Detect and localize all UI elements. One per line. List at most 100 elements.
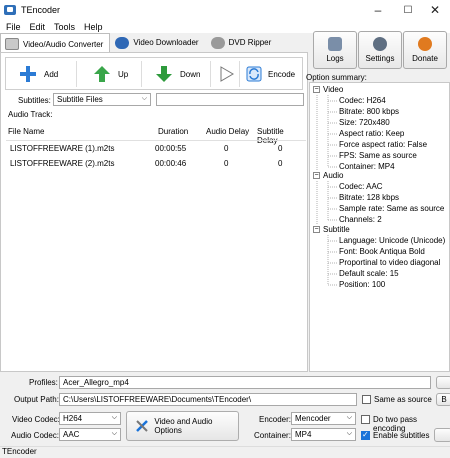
video-codec-select[interactable]: H264 ⌵ bbox=[59, 412, 121, 425]
play-button[interactable] bbox=[220, 59, 234, 89]
title-bar: TEncoder – ☐ ✕ bbox=[0, 0, 450, 20]
file-name-cell: LISTOFFREEWARE (1).m2ts bbox=[10, 144, 115, 153]
audio-delay-cell: 0 bbox=[224, 144, 229, 153]
tree-connector-lines bbox=[316, 95, 337, 286]
audio-codec-value: AAC bbox=[63, 430, 80, 439]
chevron-down-icon: ⌵ bbox=[111, 414, 117, 421]
encode-button[interactable]: Encode bbox=[246, 59, 295, 89]
tab-label: Video/Audio Converter bbox=[23, 39, 104, 49]
plus-icon bbox=[20, 66, 36, 82]
toolbar-separator bbox=[76, 61, 77, 87]
output-path-field[interactable]: C:\Users\LISTOFFREEWARE\Documents\TEncod… bbox=[59, 393, 357, 406]
up-label: Up bbox=[118, 69, 129, 79]
duration-cell: 00:00:55 bbox=[155, 144, 187, 153]
audio-codec-label: Audio Codec: bbox=[11, 431, 60, 440]
enable-subtitles-checkbox[interactable] bbox=[361, 430, 370, 440]
app-icon bbox=[4, 5, 16, 15]
tab-dvd-ripper[interactable]: DVD Ripper bbox=[206, 33, 279, 52]
subtitles-label: Subtitles: bbox=[18, 96, 51, 105]
globe-icon bbox=[115, 36, 130, 49]
chevron-down-icon: ⌵ bbox=[346, 414, 352, 421]
donate-button[interactable]: Donate bbox=[403, 31, 447, 69]
tab-strip: Video/Audio Converter Video Downloader D… bbox=[0, 33, 279, 54]
arrow-up-icon bbox=[94, 66, 110, 82]
profile-extra-button[interactable] bbox=[436, 376, 450, 389]
tab-label: Video Downloader bbox=[133, 38, 199, 47]
tab-video-downloader[interactable]: Video Downloader bbox=[110, 33, 205, 52]
toolbar-separator bbox=[210, 61, 211, 87]
gear-icon bbox=[373, 37, 387, 51]
audio-track-select[interactable] bbox=[53, 107, 151, 120]
container-label: Container: bbox=[254, 431, 291, 440]
browse-button[interactable]: B bbox=[436, 393, 450, 406]
output-path-value: C:\Users\LISTOFFREEWARE\Documents\TEncod… bbox=[63, 395, 252, 404]
donate-label: Donate bbox=[412, 54, 438, 63]
header-divider bbox=[6, 140, 306, 141]
up-button[interactable]: Up bbox=[94, 59, 128, 89]
subtitle-delay-cell: 0 bbox=[278, 159, 283, 168]
option-summary-tree: − Video Codec: H264 Bitrate: 800 kbps Siz… bbox=[309, 82, 450, 372]
settings-label: Settings bbox=[365, 54, 395, 63]
chevron-down-icon: ⌵ bbox=[141, 95, 147, 102]
video-audio-options-button[interactable]: Video and Audio Options bbox=[126, 411, 239, 441]
play-icon bbox=[220, 66, 234, 82]
encode-label: Encode bbox=[268, 69, 296, 79]
film-icon bbox=[5, 38, 19, 50]
enable-subtitles-label: Enable subtitles bbox=[373, 431, 430, 440]
table-row[interactable]: LISTOFFREEWARE (1).m2ts 00:00:55 0 0 bbox=[6, 144, 306, 156]
menu-help[interactable]: Help bbox=[84, 22, 103, 32]
column-duration[interactable]: Duration bbox=[158, 127, 188, 136]
minimize-button[interactable]: – bbox=[363, 0, 393, 20]
profiles-value: Acer_Allegro_mp4 bbox=[63, 378, 129, 387]
settings-button[interactable]: Settings bbox=[358, 31, 402, 69]
add-label: Add bbox=[44, 69, 59, 79]
tools-icon bbox=[136, 420, 148, 432]
menu-file[interactable]: File bbox=[6, 22, 21, 32]
status-bar: TEncoder bbox=[0, 446, 450, 458]
option-summary-title: Option summary: bbox=[306, 73, 367, 82]
va-options-label: Video and Audio Options bbox=[154, 417, 213, 435]
toolbar: Add Up Down Encode bbox=[5, 57, 303, 90]
tab-video-audio-converter[interactable]: Video/Audio Converter bbox=[0, 33, 111, 54]
table-row[interactable]: LISTOFFREEWARE (2).m2ts 00:00:46 0 0 bbox=[6, 159, 306, 171]
subtitle-file-field[interactable] bbox=[156, 93, 304, 106]
profiles-select[interactable]: Acer_Allegro_mp4 bbox=[59, 376, 431, 389]
duration-cell: 00:00:46 bbox=[155, 159, 187, 168]
logs-button[interactable]: Logs bbox=[313, 31, 357, 69]
menu-tools[interactable]: Tools bbox=[54, 22, 75, 32]
tab-label: DVD Ripper bbox=[228, 38, 272, 47]
logs-label: Logs bbox=[326, 54, 344, 63]
column-audio-delay[interactable]: Audio Delay bbox=[206, 127, 249, 136]
audio-codec-select[interactable]: AAC ⌵ bbox=[59, 428, 121, 441]
menu-edit[interactable]: Edit bbox=[30, 22, 46, 32]
column-subtitle-delay[interactable]: Subtitle Delay bbox=[257, 127, 306, 145]
arrow-down-icon bbox=[156, 66, 172, 82]
audio-delay-cell: 0 bbox=[224, 159, 229, 168]
same-as-source-label: Same as source bbox=[374, 395, 432, 404]
refresh-icon bbox=[246, 66, 262, 82]
two-pass-checkbox[interactable] bbox=[361, 415, 370, 424]
container-select[interactable]: MP4 ⌵ bbox=[291, 428, 356, 441]
encoder-value: Mencoder bbox=[295, 414, 331, 423]
subtitles-value: Subtitle Files bbox=[57, 95, 103, 104]
close-button[interactable]: ✕ bbox=[420, 0, 450, 20]
subtitle-delay-cell: 0 bbox=[278, 144, 283, 153]
profiles-label: Profiles: bbox=[29, 378, 58, 387]
video-codec-label: Video Codec: bbox=[12, 415, 60, 424]
subtitles-options-button[interactable] bbox=[434, 428, 450, 442]
status-text: TEncoder bbox=[2, 447, 37, 456]
logs-icon bbox=[328, 37, 342, 51]
chevron-down-icon: ⌵ bbox=[111, 430, 117, 437]
down-label: Down bbox=[180, 69, 201, 79]
maximize-button[interactable]: ☐ bbox=[393, 0, 423, 20]
chevron-down-icon: ⌵ bbox=[346, 430, 352, 437]
file-name-cell: LISTOFFREEWARE (2).m2ts bbox=[10, 159, 115, 168]
column-file-name[interactable]: File Name bbox=[8, 127, 44, 136]
add-button[interactable]: Add bbox=[20, 59, 58, 89]
output-path-label: Output Path: bbox=[14, 395, 59, 404]
same-as-source-checkbox[interactable] bbox=[362, 395, 371, 404]
donate-icon bbox=[418, 37, 432, 51]
down-button[interactable]: Down bbox=[156, 59, 200, 89]
encoder-select[interactable]: Mencoder ⌵ bbox=[291, 412, 356, 425]
subtitles-select[interactable]: Subtitle Files ⌵ bbox=[53, 93, 151, 106]
